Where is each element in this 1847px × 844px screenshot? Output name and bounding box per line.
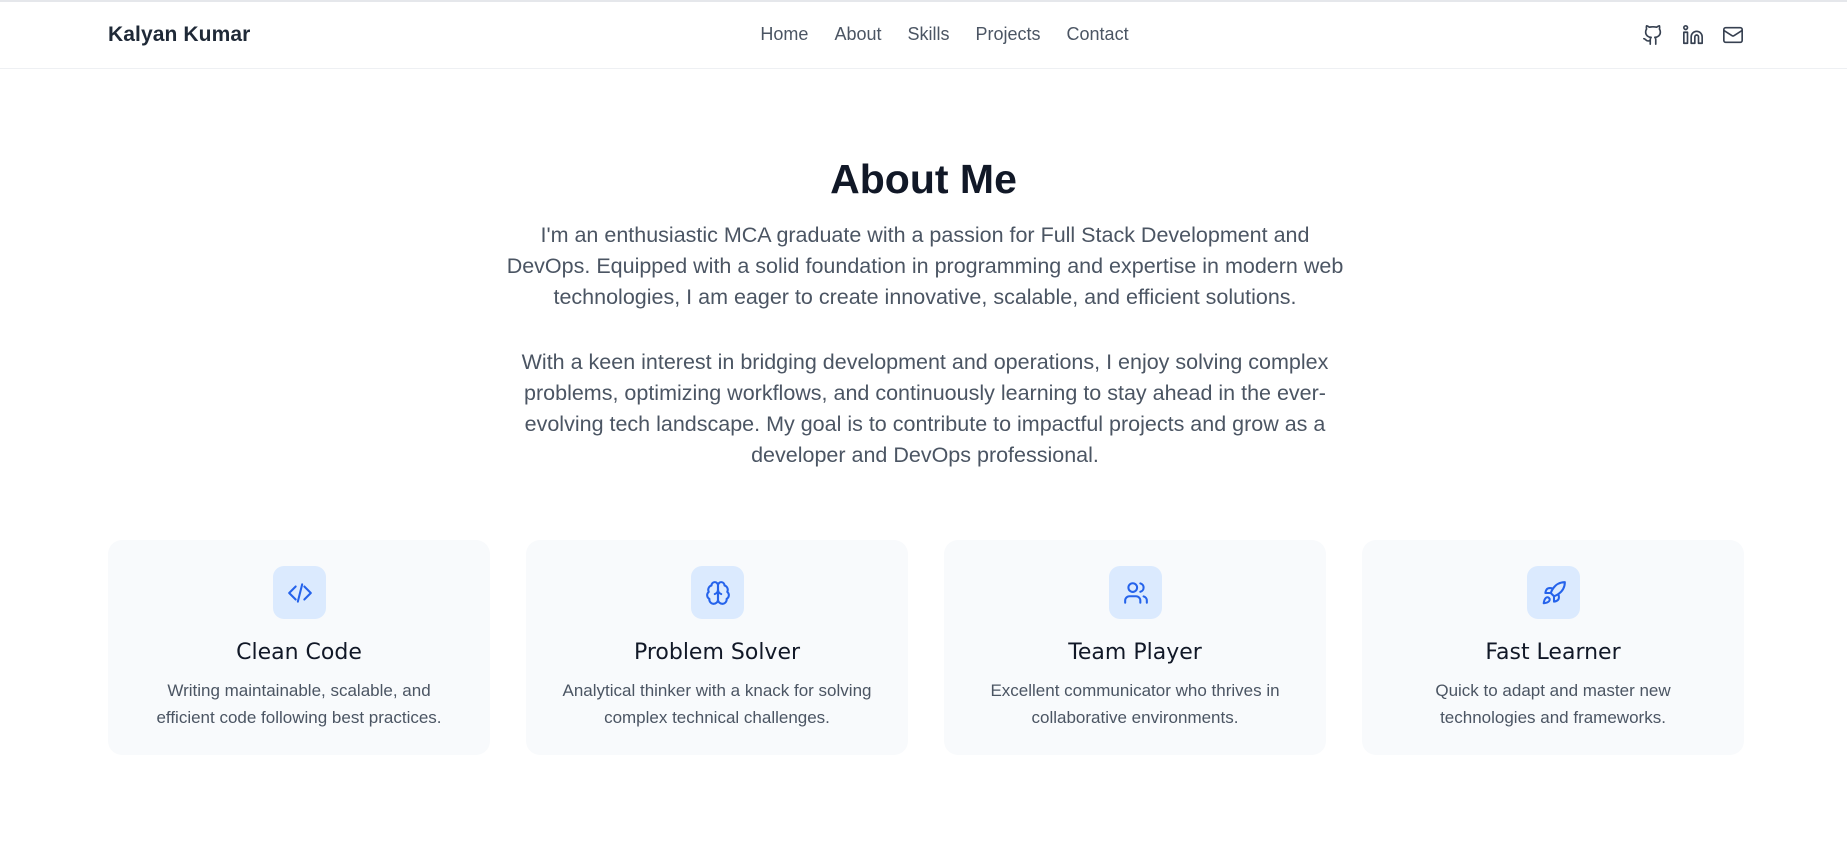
card-title: Team Player [1068,640,1202,665]
about-title: About Me [830,156,1017,202]
nav-skills[interactable]: Skills [907,24,949,45]
card-title: Problem Solver [633,640,801,665]
card-title: Clean Code [236,640,362,665]
about-paragraph-2: With a keen interest in bridging develop… [521,350,1329,467]
card-fast-learner: Fast Learner Quick to adapt and master n… [1362,540,1744,755]
github-icon[interactable] [1641,22,1665,48]
nav-about[interactable]: About [834,24,881,45]
social-links [1641,22,1745,48]
nav-contact[interactable]: Contact [1067,24,1129,45]
card-problem-solver: Problem Solver Analytical thinker with a… [526,540,908,755]
nav-home[interactable]: Home [760,24,808,45]
card-text: Writing maintainable, scalable, and effi… [156,681,442,727]
card-clean-code: Clean Code Writing maintainable, scalabl… [108,540,490,755]
about-paragraph-1: I'm an enthusiastic MCA graduate with a … [506,223,1344,309]
linkedin-icon[interactable] [1681,22,1705,48]
card-text: Analytical thinker with a knack for solv… [562,681,872,727]
trait-cards: Clean Code Writing maintainable, scalabl… [108,540,1744,755]
card-title: Fast Learner [1485,640,1621,665]
mail-icon[interactable] [1721,22,1745,48]
card-text: Quick to adapt and master new technologi… [1435,681,1671,727]
card-text: Excellent communicator who thrives in co… [990,681,1280,727]
site-header: Kalyan Kumar Home About Skills Projects … [0,2,1847,69]
code-icon [273,566,326,619]
nav-projects[interactable]: Projects [976,24,1041,45]
main-nav: Home About Skills Projects Contact [0,24,1847,45]
card-team-player: Team Player Excellent communicator who t… [944,540,1326,755]
brain-icon [691,566,744,619]
users-icon [1109,566,1162,619]
rocket-icon [1527,566,1580,619]
